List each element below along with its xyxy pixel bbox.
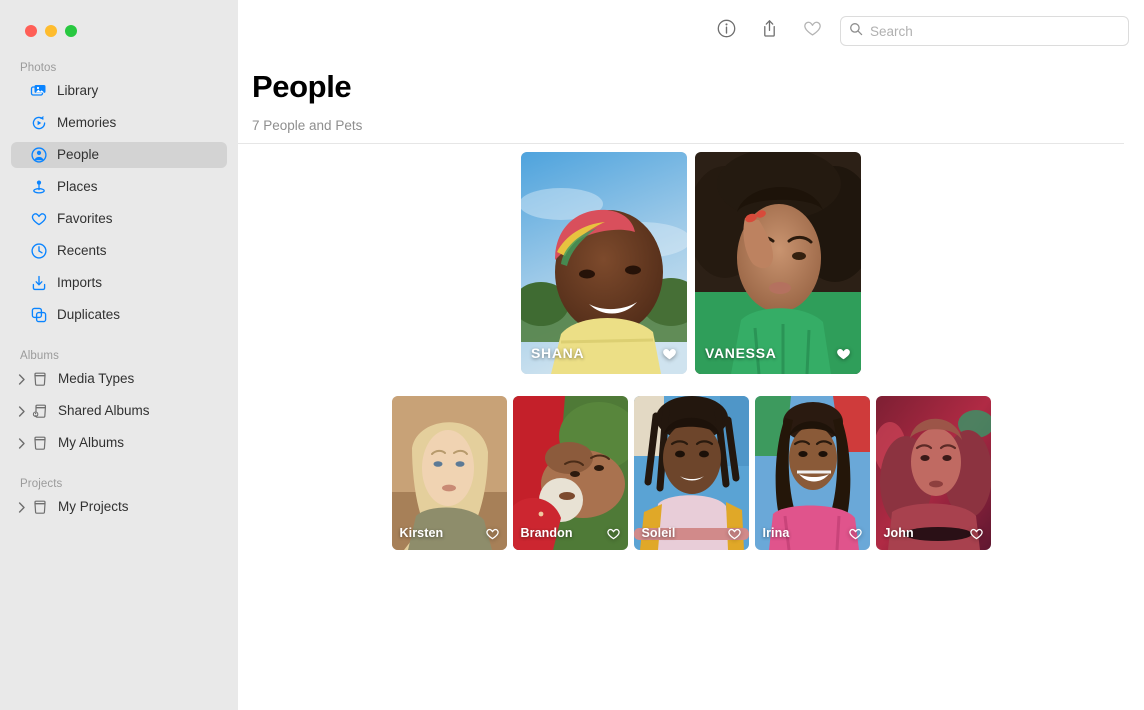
people-grid: SHANA	[238, 144, 1144, 550]
featured-people-row: SHANA	[238, 152, 1144, 374]
memories-icon	[29, 114, 48, 133]
library-icon	[29, 82, 48, 101]
person-name: John	[884, 526, 914, 540]
chevron-right-icon[interactable]	[15, 438, 29, 449]
person-card[interactable]: John	[876, 396, 991, 550]
toolbar: Search	[238, 0, 1144, 62]
content-area: Search People 7 People and Pets	[238, 0, 1144, 710]
page-header: People 7 People and Pets	[238, 62, 1144, 133]
places-icon	[29, 178, 48, 197]
favorite-heart-icon[interactable]	[485, 526, 500, 541]
search-field[interactable]: Search	[840, 16, 1129, 46]
person-name: Irina	[763, 526, 790, 540]
photos-window: Photos Library	[0, 0, 1144, 710]
person-card[interactable]: Kirsten	[392, 396, 507, 550]
sidebar-item-label: People	[57, 148, 99, 162]
person-card[interactable]: VANESSA	[695, 152, 861, 374]
sidebar-item-label: Media Types	[58, 372, 134, 386]
heart-icon	[802, 18, 823, 44]
shared-album-icon	[30, 402, 49, 421]
chevron-right-icon[interactable]	[15, 374, 29, 385]
person-card-footer: VANESSA	[695, 332, 861, 374]
sidebar-section-photos-label: Photos	[0, 62, 238, 78]
person-card[interactable]: Soleil	[634, 396, 749, 550]
people-row: Kirsten	[238, 396, 1144, 550]
sidebar-item-duplicates[interactable]: Duplicates	[11, 302, 227, 328]
import-icon	[29, 274, 48, 293]
chevron-right-icon[interactable]	[15, 406, 29, 417]
person-card-footer: Irina	[755, 516, 870, 550]
favorite-heart-icon[interactable]	[606, 526, 621, 541]
sidebar-projects-list: My Projects	[0, 494, 238, 520]
clock-icon	[29, 242, 48, 261]
album-icon	[30, 498, 49, 517]
info-button[interactable]	[711, 16, 741, 46]
sidebar: Photos Library	[0, 0, 238, 710]
sidebar-item-places[interactable]: Places	[11, 174, 227, 200]
person-card-footer: John	[876, 516, 991, 550]
sidebar-item-recents[interactable]: Recents	[11, 238, 227, 264]
person-card[interactable]: Irina	[755, 396, 870, 550]
sidebar-albums-list: Media Types Shared	[0, 366, 238, 456]
favorite-heart-icon[interactable]	[661, 345, 678, 362]
person-card-footer: Kirsten	[392, 516, 507, 550]
duplicates-icon	[29, 306, 48, 325]
sidebar-item-memories[interactable]: Memories	[11, 110, 227, 136]
sidebar-photos-list: Library Memories	[0, 78, 238, 328]
sidebar-item-label: Favorites	[57, 212, 113, 226]
sidebar-item-library[interactable]: Library	[11, 78, 227, 104]
close-button[interactable]	[25, 25, 37, 37]
sidebar-section-albums-label: Albums	[0, 334, 238, 366]
sidebar-item-label: Memories	[57, 116, 116, 130]
person-name: SHANA	[531, 345, 584, 361]
favorite-heart-icon[interactable]	[727, 526, 742, 541]
people-count: 7 People and Pets	[252, 118, 1144, 133]
search-placeholder: Search	[870, 24, 913, 39]
maximize-button[interactable]	[65, 25, 77, 37]
people-icon	[29, 146, 48, 165]
album-icon	[30, 370, 49, 389]
sidebar-section-projects-label: Projects	[0, 462, 238, 494]
window-controls	[0, 0, 238, 62]
sidebar-item-label: Library	[57, 84, 98, 98]
person-card-footer: SHANA	[521, 332, 687, 374]
favorite-heart-icon[interactable]	[969, 526, 984, 541]
sidebar-item-label: Shared Albums	[58, 404, 150, 418]
sidebar-item-label: Duplicates	[57, 308, 120, 322]
sidebar-item-label: My Albums	[58, 436, 124, 450]
minimize-button[interactable]	[45, 25, 57, 37]
sidebar-item-shared-albums[interactable]: Shared Albums	[11, 398, 227, 424]
sidebar-item-label: Places	[57, 180, 98, 194]
share-button[interactable]	[754, 16, 784, 46]
album-icon	[30, 434, 49, 453]
person-name: VANESSA	[705, 345, 777, 361]
sidebar-item-label: Recents	[57, 244, 107, 258]
sidebar-item-my-projects[interactable]: My Projects	[11, 494, 227, 520]
favorite-heart-icon[interactable]	[835, 345, 852, 362]
heart-icon	[29, 210, 48, 229]
sidebar-item-media-types[interactable]: Media Types	[11, 366, 227, 392]
person-card[interactable]: SHANA	[521, 152, 687, 374]
favorite-button[interactable]	[797, 16, 827, 46]
sidebar-item-label: My Projects	[58, 500, 129, 514]
sidebar-item-my-albums[interactable]: My Albums	[11, 430, 227, 456]
search-icon	[849, 22, 863, 41]
info-icon	[716, 18, 737, 44]
person-card-footer: Brandon	[513, 516, 628, 550]
sidebar-item-label: Imports	[57, 276, 102, 290]
sidebar-item-imports[interactable]: Imports	[11, 270, 227, 296]
share-icon	[759, 18, 780, 44]
chevron-right-icon[interactable]	[15, 502, 29, 513]
sidebar-item-favorites[interactable]: Favorites	[11, 206, 227, 232]
person-card[interactable]: Brandon	[513, 396, 628, 550]
sidebar-item-people[interactable]: People	[11, 142, 227, 168]
page-title: People	[252, 70, 1144, 104]
person-card-footer: Soleil	[634, 516, 749, 550]
person-name: Brandon	[521, 526, 573, 540]
person-name: Kirsten	[400, 526, 444, 540]
person-name: Soleil	[642, 526, 676, 540]
favorite-heart-icon[interactable]	[848, 526, 863, 541]
